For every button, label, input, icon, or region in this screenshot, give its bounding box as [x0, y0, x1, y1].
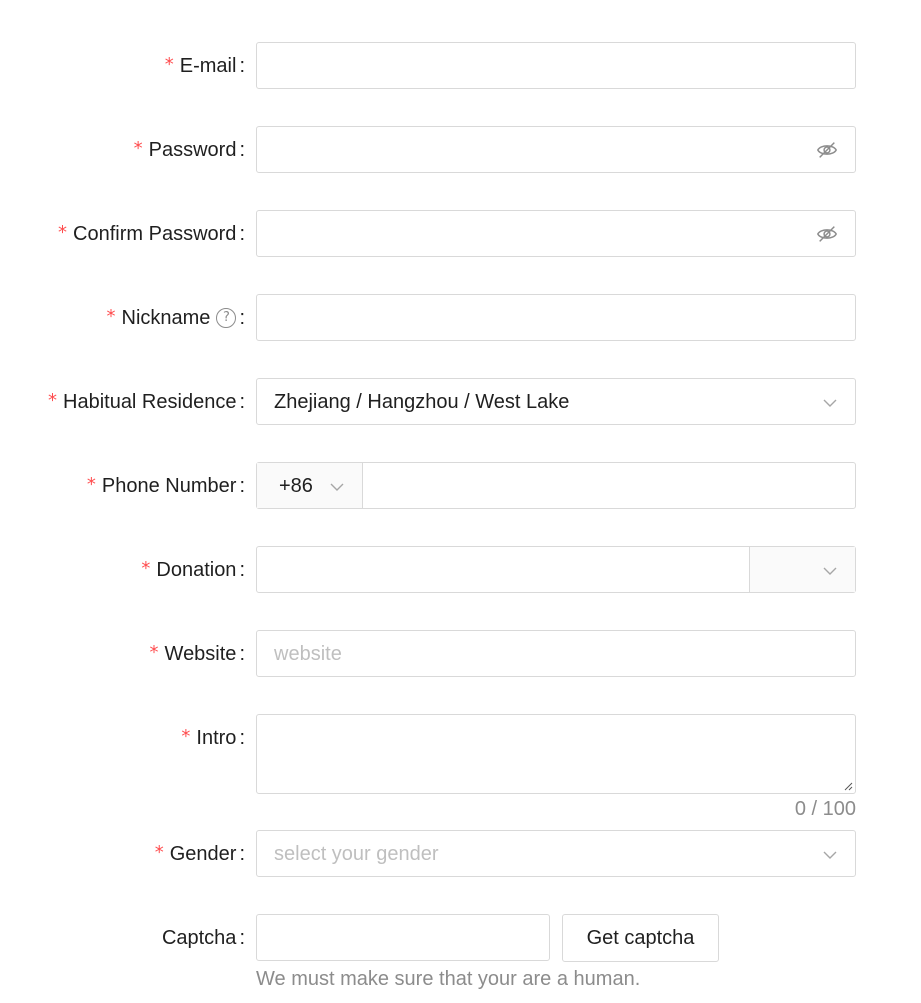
required-mark: *: [48, 390, 57, 411]
required-mark: *: [133, 138, 143, 159]
chevron-down-icon: [823, 399, 837, 407]
residence-label: * Habitual Residence :: [48, 378, 245, 426]
phone-label: * Phone Number :: [87, 462, 245, 510]
donation-input-group: [256, 546, 856, 593]
required-mark: *: [58, 222, 68, 243]
chevron-down-icon: [823, 851, 837, 859]
eye-invisible-icon[interactable]: [816, 139, 838, 161]
gender-select[interactable]: select your gender: [256, 830, 856, 877]
website-row: * Website : website: [0, 630, 921, 678]
gender-row: * Gender : select your gender: [0, 830, 921, 878]
captcha-input[interactable]: [256, 914, 550, 961]
password-label: * Password :: [134, 126, 245, 174]
nickname-row: * Nickname ? :: [0, 294, 921, 342]
password-input[interactable]: [256, 126, 856, 173]
required-mark: *: [149, 642, 159, 663]
intro-label: * Intro :: [181, 714, 245, 762]
password-row: * Password :: [0, 126, 921, 174]
required-mark: *: [141, 558, 151, 579]
resize-handle-icon[interactable]: [843, 781, 853, 791]
required-mark: *: [154, 842, 164, 863]
gender-placeholder: select your gender: [274, 843, 439, 865]
required-mark: *: [86, 474, 96, 495]
confirm-password-input[interactable]: [256, 210, 856, 257]
residence-value: Zhejiang / Hangzhou / West Lake: [274, 391, 570, 413]
intro-textarea[interactable]: [256, 714, 856, 794]
email-label: * E-mail :: [165, 42, 245, 90]
captcha-help-text: We must make sure that your are a human.: [256, 968, 641, 990]
captcha-label: Captcha :: [161, 927, 245, 949]
chevron-down-icon: [823, 567, 837, 575]
phone-input-group: +86: [256, 462, 856, 509]
required-mark: *: [181, 726, 191, 747]
residence-cascader[interactable]: Zhejiang / Hangzhou / West Lake: [256, 378, 856, 425]
phone-prefix-select[interactable]: +86: [257, 463, 363, 508]
eye-invisible-icon[interactable]: [816, 223, 838, 245]
donation-input[interactable]: [257, 547, 749, 592]
captcha-row: Captcha : Get captcha We must make sure …: [0, 914, 921, 1003]
question-circle-icon[interactable]: ?: [216, 308, 237, 328]
donation-label: * Donation :: [141, 546, 245, 594]
residence-row: * Habitual Residence : Zhejiang / Hangzh…: [0, 378, 921, 426]
confirm-password-row: * Confirm Password :: [0, 210, 921, 258]
confirm-password-label: * Confirm Password :: [58, 210, 245, 258]
website-input[interactable]: website: [256, 630, 856, 677]
intro-row: * Intro :: [0, 714, 921, 794]
required-mark: *: [164, 54, 174, 75]
website-placeholder: website: [274, 643, 342, 665]
donation-suffix-select[interactable]: [749, 547, 855, 592]
phone-row: * Phone Number : +86: [0, 462, 921, 510]
email-input[interactable]: [256, 42, 856, 89]
nickname-input[interactable]: [256, 294, 856, 341]
get-captcha-button[interactable]: Get captcha: [562, 914, 719, 962]
website-label: * Website :: [150, 630, 245, 678]
chevron-down-icon: [330, 483, 344, 491]
phone-input[interactable]: [363, 463, 855, 508]
nickname-label: * Nickname ? :: [107, 294, 245, 342]
registration-form: * E-mail : * Password : * Confirm Passwo…: [0, 0, 921, 1003]
gender-label: * Gender :: [155, 830, 245, 878]
donation-row: * Donation :: [0, 546, 921, 594]
intro-char-counter: 0 / 100: [794, 798, 856, 820]
email-row: * E-mail :: [0, 42, 921, 90]
required-mark: *: [106, 306, 116, 327]
